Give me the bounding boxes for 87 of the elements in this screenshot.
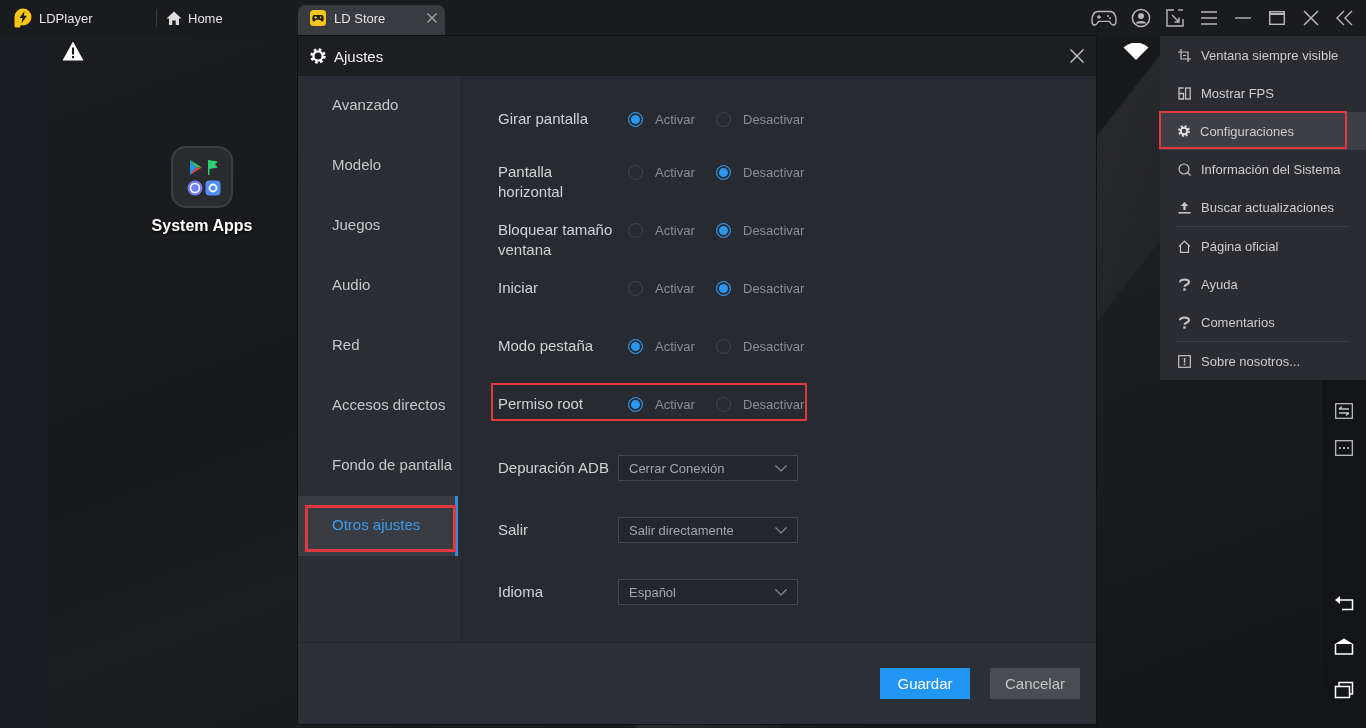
recent-apps-icon[interactable]	[1334, 681, 1354, 699]
close-icon[interactable]	[427, 13, 437, 23]
fps-icon	[1178, 86, 1191, 100]
menu-item[interactable]: Página oficial	[1160, 227, 1366, 265]
dropdown[interactable]: Salir directamente	[618, 517, 798, 543]
menu-item[interactable]: Sobre nosotros...	[1160, 342, 1366, 380]
menu-item[interactable]: Buscar actualizaciones	[1160, 188, 1366, 226]
option-label: Bloquear tamaño ventana	[498, 220, 614, 260]
radio-button[interactable]	[628, 111, 643, 127]
home-icon[interactable]	[1334, 637, 1354, 655]
close-icon[interactable]	[1070, 49, 1084, 63]
nav-item[interactable]: Accesos directos	[298, 376, 458, 436]
upload-icon	[1178, 200, 1191, 214]
radio-label[interactable]: Activar	[655, 111, 695, 127]
home-icon	[1178, 239, 1191, 253]
lightning-logo-icon	[12, 8, 32, 28]
exclamation-icon	[1178, 354, 1191, 368]
option-label: Depuración ADB	[498, 458, 610, 478]
double-chevron-icon[interactable]	[1335, 8, 1355, 28]
radio-button[interactable]	[716, 280, 731, 296]
radio-label[interactable]: Desactivar	[743, 396, 805, 412]
chevron-down-icon	[775, 588, 787, 596]
nav-item[interactable]: Modelo	[298, 136, 458, 196]
radio-button[interactable]	[716, 164, 731, 180]
question-icon	[1178, 277, 1191, 291]
option-label: Modo pestaña	[498, 336, 595, 356]
menu-icon[interactable]	[1199, 8, 1219, 28]
radio-label[interactable]: Desactivar	[743, 280, 805, 296]
minimize-icon[interactable]	[1233, 16, 1253, 20]
tab[interactable]: LD Store	[298, 5, 445, 36]
more-icon[interactable]	[1335, 440, 1353, 456]
radio-label[interactable]: Activar	[655, 338, 695, 354]
nav-item[interactable]: Juegos	[298, 196, 458, 256]
radio-label[interactable]: Activar	[655, 222, 695, 238]
settings-icon	[310, 48, 326, 64]
swap-icon[interactable]	[1335, 403, 1353, 419]
nav-item[interactable]: Audio	[298, 256, 458, 316]
menu-item[interactable]: Información del Sistema	[1160, 150, 1366, 188]
app-label[interactable]: System Apps	[151, 217, 253, 235]
back-icon[interactable]	[1334, 595, 1354, 611]
dropdown[interactable]: Cerrar Conexión	[618, 455, 798, 481]
house-icon	[166, 11, 182, 25]
radio-label[interactable]: Activar	[655, 396, 695, 412]
gamepad-icon	[310, 10, 326, 26]
chevron-down-icon	[775, 464, 787, 472]
resize-icon[interactable]	[1165, 8, 1185, 28]
option-label: Girar pantalla	[498, 109, 590, 129]
option-label: Pantalla horizontal	[498, 162, 565, 202]
option-label: Salir	[498, 520, 529, 540]
user-icon[interactable]	[1131, 8, 1151, 28]
menu-item[interactable]: Configuraciones	[1160, 112, 1366, 150]
app-name: LDPlayer	[39, 10, 93, 26]
app-folder-icon[interactable]	[171, 146, 233, 208]
nav-item[interactable]: Avanzado	[298, 76, 458, 136]
radio-label[interactable]: Desactivar	[743, 222, 805, 238]
dialog-title: Ajustes	[334, 47, 384, 65]
crop-icon	[1178, 48, 1191, 62]
option-label: Permiso root	[498, 394, 585, 414]
radio-label[interactable]: Desactivar	[743, 164, 805, 180]
radio-label[interactable]: Activar	[655, 280, 695, 296]
search-icon	[1178, 162, 1191, 176]
radio-button[interactable]	[628, 338, 643, 354]
dropdown[interactable]: Español	[618, 579, 798, 605]
maximize-icon[interactable]	[1267, 8, 1287, 28]
menu-item[interactable]: Ayuda	[1160, 265, 1366, 303]
question-icon	[1178, 315, 1191, 329]
close-icon[interactable]	[1301, 8, 1321, 28]
gear-icon	[1178, 125, 1190, 137]
warning-icon	[62, 41, 84, 61]
radio-label[interactable]: Desactivar	[743, 338, 805, 354]
menu-item[interactable]: Ventana siempre visible	[1160, 36, 1366, 74]
radio-button[interactable]	[628, 396, 643, 412]
cancel-button[interactable]: Cancelar	[990, 668, 1080, 699]
nav-item[interactable]: Otros ajustes	[298, 496, 458, 556]
chevron-down-icon	[775, 526, 787, 534]
nav-item[interactable]: Red	[298, 316, 458, 376]
radio-label[interactable]: Desactivar	[743, 111, 805, 127]
radio-button[interactable]	[716, 222, 731, 238]
gamepad-icon[interactable]	[1091, 8, 1117, 28]
tab[interactable]: Home	[157, 5, 298, 36]
nav-item[interactable]: Fondo de pantalla	[298, 436, 458, 496]
radio-label[interactable]: Activar	[655, 164, 695, 180]
option-label: Idioma	[498, 582, 545, 602]
menu-item[interactable]: Mostrar FPS	[1160, 74, 1366, 112]
wifi-icon	[1123, 42, 1149, 60]
option-label: Iniciar	[498, 278, 539, 298]
menu-item[interactable]: Comentarios	[1160, 303, 1366, 341]
